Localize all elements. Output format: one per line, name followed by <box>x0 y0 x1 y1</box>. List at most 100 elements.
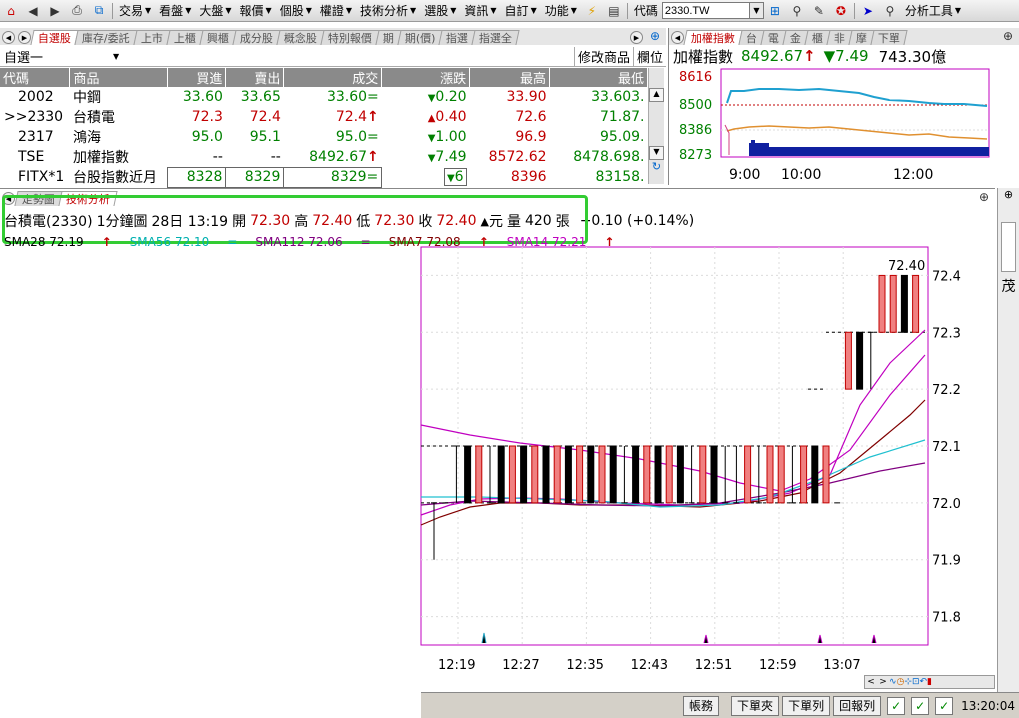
tab-scroll-right-button[interactable]: ▶ <box>18 31 31 44</box>
menu-info[interactable]: 資訊 ▼ <box>460 2 500 19</box>
menu-technical[interactable]: 技術分析 ▼ <box>356 2 420 19</box>
tab-special-quote[interactable]: 特別報價 <box>320 30 380 45</box>
tab-index-options-all[interactable]: 指選全 <box>471 30 520 45</box>
col-code[interactable]: 代碼 <box>0 68 71 87</box>
tab-scroll-left-button[interactable]: ◀ <box>671 31 684 44</box>
candlestick-chart[interactable]: 72.472.372.272.172.071.971.8 12:19 12:27 1… <box>0 235 995 689</box>
tab-next-button[interactable]: ▶ <box>630 31 643 44</box>
chart-tool-strip[interactable]: < > ∿ ◷ ⊹ ⊡ ↶ ▮ <box>864 675 995 689</box>
table-row[interactable]: TSE 加權指數 -- -- 8492.67↑ ▼7.49 8572.62 84… <box>0 147 648 167</box>
tab-taiex[interactable]: 加權指數 <box>683 30 743 45</box>
col-last[interactable]: 成交 <box>283 68 383 87</box>
zoom-icon[interactable]: ⊕ <box>999 28 1017 45</box>
index-y-label: 8386 <box>679 123 712 138</box>
col-name[interactable]: 商品 <box>69 68 169 87</box>
menu-stock[interactable]: 個股 ▼ <box>276 2 316 19</box>
scroll-right-button[interactable]: > <box>877 677 889 687</box>
checkbox-1[interactable]: ✓ <box>887 696 906 715</box>
menu-market[interactable]: 大盤 ▼ <box>195 2 235 19</box>
go-icon[interactable]: ⊞ <box>766 2 784 20</box>
tab-components[interactable]: 成分股 <box>232 30 281 45</box>
table-row[interactable]: 2317 鴻海 95.0 95.1 95.0= ▼1.00 96.9 95.09… <box>0 127 648 147</box>
candle <box>643 445 651 504</box>
index-x-label: 10:00 <box>781 167 821 183</box>
search-icon[interactable]: ⚲ <box>788 2 806 20</box>
menu-trade[interactable]: 交易 ▼ <box>115 2 155 19</box>
edit-items-button[interactable]: 修改商品 <box>573 47 633 66</box>
account-button[interactable]: 帳務 <box>683 695 720 716</box>
analysis-tools-menu[interactable]: 分析工具 ▼ <box>901 2 965 19</box>
cursor-icon[interactable]: ➤ <box>859 2 877 20</box>
col-change[interactable]: 漲跌 <box>381 68 471 87</box>
table-row[interactable]: 2002 中鋼 33.60 33.65 33.60= ▼0.20 33.90 3… <box>0 87 648 107</box>
tab-inventory[interactable]: 庫存/委託 <box>74 30 138 45</box>
undo-icon[interactable]: ↶ <box>920 677 928 687</box>
menu-custom[interactable]: 自訂 ▼ <box>501 2 541 19</box>
forward-icon[interactable]: ▶ <box>46 2 64 20</box>
sidebar-scroll-thumb[interactable] <box>1001 222 1016 272</box>
menu-quote[interactable]: 報價 ▼ <box>236 2 276 19</box>
col-high[interactable]: 最高 <box>469 68 551 87</box>
columns-button[interactable]: 欄位 <box>632 47 666 66</box>
list-select[interactable]: 自選一 ▼ <box>0 48 150 66</box>
order-folder-button[interactable]: 下單夾 <box>731 695 780 716</box>
zoom-icon[interactable]: ⊕ <box>646 28 664 45</box>
zoom-icon[interactable]: ⊕ <box>998 188 1019 204</box>
scroll-up-button[interactable]: ▲ <box>649 88 664 102</box>
back-icon[interactable]: ◀ <box>24 2 42 20</box>
clock-icon[interactable]: ◷ <box>897 677 905 687</box>
candle-body <box>587 445 595 504</box>
checkbox-2[interactable]: ✓ <box>911 696 930 715</box>
row-ask: 72.4 <box>249 109 281 125</box>
tab-watchlist[interactable]: 自選股 <box>30 30 79 45</box>
tab-listed[interactable]: 上市 <box>133 30 171 45</box>
lightning-icon[interactable]: ⚡ <box>583 2 601 20</box>
tab-concept[interactable]: 概念股 <box>276 30 325 45</box>
col-bid[interactable]: 買進 <box>167 68 227 87</box>
magnifier-icon[interactable]: ⚲ <box>881 2 899 20</box>
alert-icon[interactable]: ✪ <box>832 2 850 20</box>
tab-order[interactable]: 下單 <box>870 30 908 45</box>
menu-watch[interactable]: 看盤 ▼ <box>155 2 195 19</box>
tools-icon[interactable]: ✎ <box>810 2 828 20</box>
print-icon[interactable]: ⎙ <box>68 2 86 20</box>
bar-chart-icon[interactable]: ▮ <box>927 677 932 687</box>
candle <box>542 445 550 504</box>
tab-otc[interactable]: 上櫃 <box>166 30 204 45</box>
checkbox-3[interactable]: ✓ <box>935 696 954 715</box>
col-low[interactable]: 最低 <box>549 68 648 87</box>
table-row[interactable]: FITX*1 台股指數近月 8328 8329 8329= ▼6 8396 83… <box>0 166 648 188</box>
crosshair-icon[interactable]: ⊹ <box>904 677 912 687</box>
watchlist-scrollbar[interactable]: ▲ ▼ ↻ <box>648 68 664 184</box>
scroll-left-button[interactable]: < <box>865 677 877 687</box>
code-dropdown-button[interactable]: ▼ <box>749 2 764 19</box>
menu-warrant[interactable]: 權證 ▼ <box>316 2 356 19</box>
notepad-icon[interactable]: ▤ <box>605 2 623 20</box>
tab-futures-price[interactable]: 期(價) <box>397 30 443 45</box>
tab-scroll-left-button[interactable]: ◀ <box>2 31 15 44</box>
menu-function[interactable]: 功能 ▼ <box>541 2 581 19</box>
row-high: 72.6 <box>515 109 547 125</box>
tab-index-options[interactable]: 指選 <box>438 30 476 45</box>
candle-body <box>475 445 483 504</box>
index-intraday-chart: 8616 8500 8386 8273 9:00 10:00 12:00 <box>679 68 990 183</box>
chart-panel: ◀ 走勢圖 技術分析 ⊕ 台積電(2330) 1分鐘圖 28日 13:19 開 … <box>0 188 995 689</box>
select-icon[interactable]: ⊡ <box>912 677 920 687</box>
tab-emerging[interactable]: 興櫃 <box>199 30 237 45</box>
popout-icon[interactable]: ⧉ <box>90 2 108 20</box>
row-ask: 95.1 <box>249 129 281 145</box>
report-bar-button[interactable]: 回報列 <box>833 695 882 716</box>
chart-mode-icon[interactable]: ∿ <box>889 677 897 687</box>
scroll-down-button[interactable]: ▼ <box>649 146 664 160</box>
code-input[interactable]: 2330.TW <box>661 2 750 19</box>
table-row[interactable]: >>2330 台積電 72.3 72.4 72.4↑ ▲0.40 72.6 71… <box>0 107 648 127</box>
zoom-icon[interactable]: ⊕ <box>975 189 993 206</box>
candle <box>856 331 864 390</box>
row-last: 33.60= <box>326 89 379 105</box>
col-ask[interactable]: 賣出 <box>225 68 285 87</box>
order-bar-button[interactable]: 下單列 <box>782 695 831 716</box>
home-icon[interactable]: ⌂ <box>2 2 20 20</box>
refresh-icon[interactable]: ↻ <box>649 160 664 174</box>
candle-body <box>710 445 718 504</box>
menu-screener[interactable]: 選股 ▼ <box>420 2 460 19</box>
